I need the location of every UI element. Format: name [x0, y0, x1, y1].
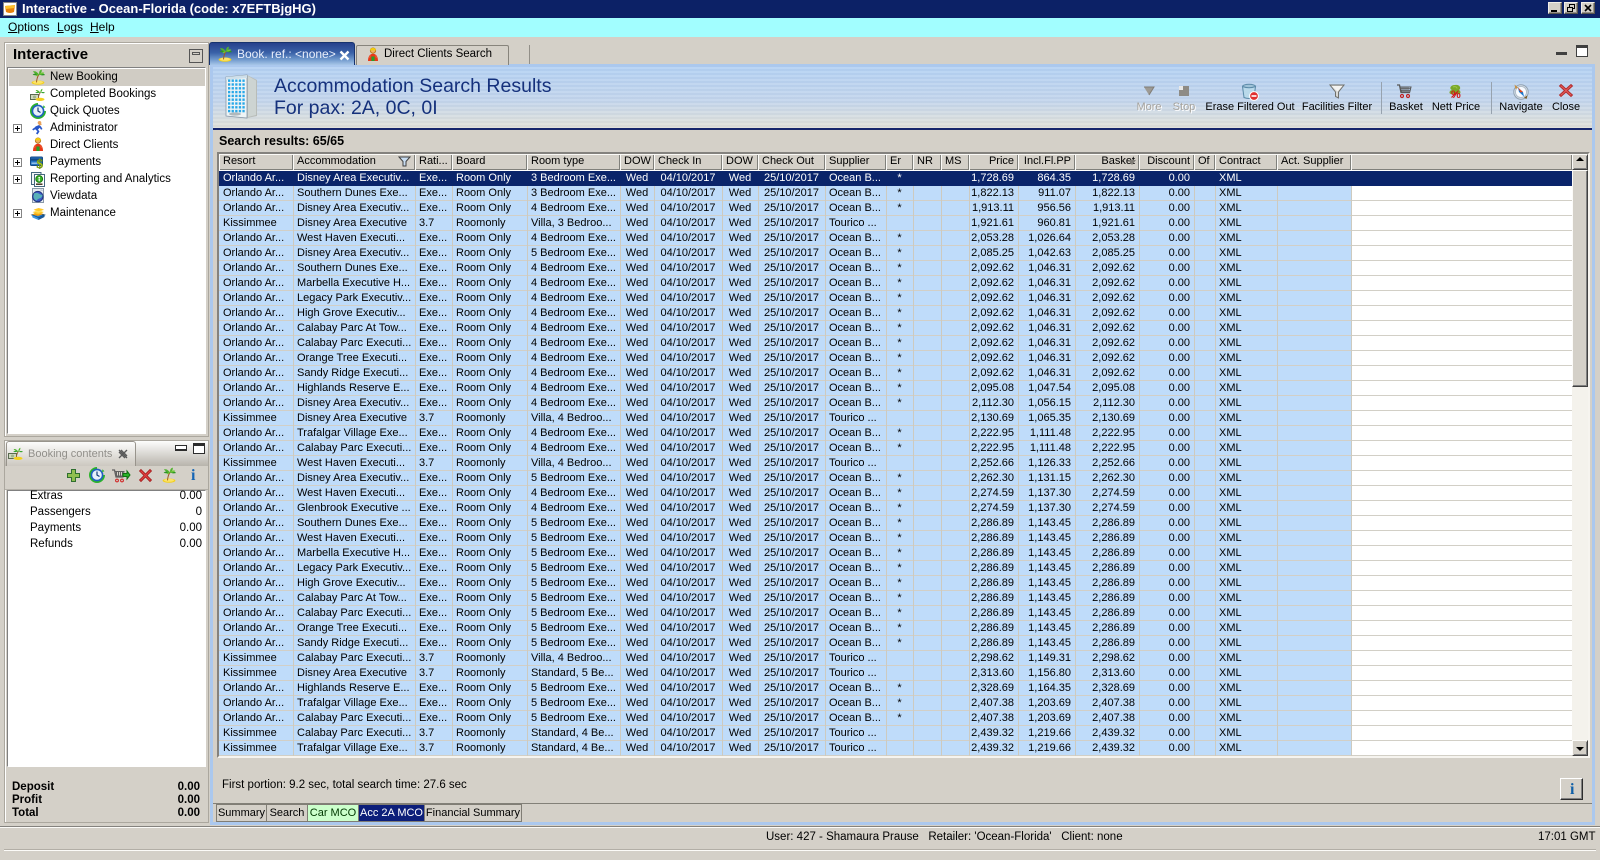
- svg-text:%: %: [1451, 89, 1461, 101]
- svg-text:$: $: [37, 156, 44, 170]
